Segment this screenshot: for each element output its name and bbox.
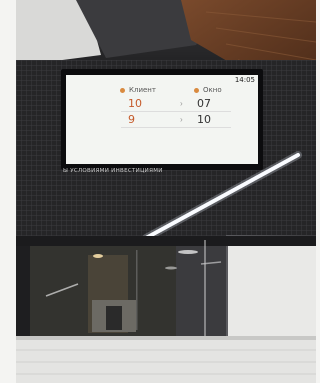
tv-clock: 14:05: [234, 76, 255, 84]
tv-screen: 14:05 Клиент Окно 10 › 07 9 › 10: [66, 75, 258, 164]
window-dot-icon: [194, 87, 199, 93]
row-divider: [121, 127, 231, 128]
client-dot-icon: [120, 87, 125, 93]
window-header-label: Окно: [203, 86, 222, 94]
client-number: 10: [128, 97, 142, 110]
queue-row: 9 › 10: [66, 113, 258, 129]
arrow-icon: ›: [180, 99, 183, 108]
window-header: Окно: [194, 86, 222, 94]
row-divider: [121, 111, 231, 112]
queue-row: 10 › 07: [66, 97, 258, 113]
window-number: 07: [197, 97, 211, 110]
scene-background: [16, 0, 316, 383]
tv-ticker: Ы УСЛОВИЯМИ ИНВЕСТИЦИЯМИ: [63, 168, 163, 174]
counter: [16, 336, 316, 383]
photo: 14:05 Клиент Окно 10 › 07 9 › 10 Ы УСЛОВ…: [16, 0, 316, 383]
window-number: 10: [197, 113, 211, 126]
client-header: Клиент: [120, 86, 156, 94]
client-number: 9: [128, 113, 135, 126]
arrow-icon: ›: [180, 115, 183, 124]
client-header-label: Клиент: [129, 86, 156, 94]
